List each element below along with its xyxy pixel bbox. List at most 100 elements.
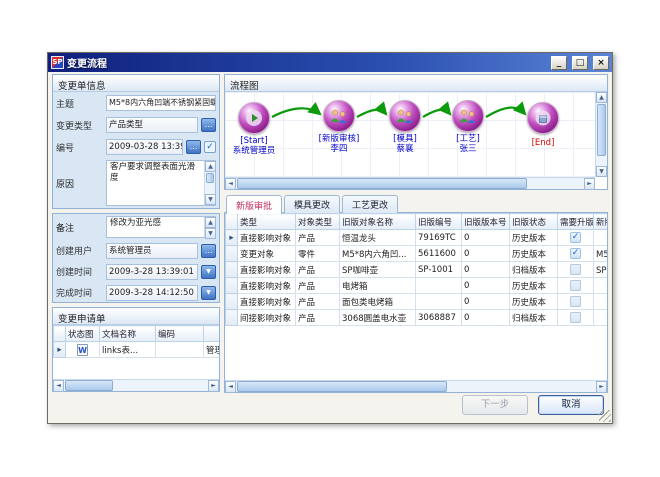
table-row[interactable]: 间接影响对象 产品 3068圆盖电水壶 3068887 0 归档版本 [226, 310, 608, 326]
create-user-input[interactable]: 系统管理员 [106, 243, 198, 259]
request-table-wrap: 状态图 文档名称 编码 ▸ W links表... 管理员 [53, 325, 219, 379]
people-icon [329, 109, 349, 124]
meta-info-group: 备注 修改为亚光感 ▲ ▼ 创建用户 系统管理员 … 创建时间 [52, 213, 220, 303]
upgrade-checkbox[interactable]: ✓ [570, 248, 581, 259]
flow-canvas[interactable]: [Start] 系统管理员 [新版审核] 李 [225, 92, 595, 177]
flow-node-review[interactable] [323, 100, 355, 132]
flow-node-mold[interactable] [389, 100, 421, 132]
upgrade-checkbox[interactable] [570, 312, 581, 323]
upgrade-checkbox[interactable]: ✓ [570, 232, 581, 243]
field-remarks: 备注 修改为亚光感 ▲ ▼ [53, 214, 219, 240]
col-status-icon[interactable]: 状态图 [66, 326, 100, 342]
col-new-name[interactable]: 新版对象名称 [594, 214, 608, 230]
dropdown-button[interactable]: ▼ [201, 286, 216, 300]
scroll-down-icon[interactable]: ▼ [205, 194, 216, 205]
impact-table: 类型 对象类型 旧版对象名称 旧版编号 旧版版本号 旧版状态 需要升版 新版对象… [225, 213, 607, 326]
remarks-spinner[interactable]: ▲ ▼ [204, 217, 215, 237]
doc-name-cell: links表... [100, 342, 156, 358]
col-old-name[interactable]: 旧版对象名称 [340, 214, 416, 230]
change-order-panel: 变更单信息 主题 M5*8内六角凹端不锈钢紧固螺钉 变更类型 产品类型 … 编号… [52, 74, 220, 419]
scroll-right-icon[interactable]: ► [208, 380, 219, 392]
col-old-version[interactable]: 旧版版本号 [462, 214, 510, 230]
tab-mold-change[interactable]: 模具更改 [284, 195, 340, 213]
scroll-right-icon[interactable]: ► [596, 381, 607, 393]
scroll-thumb[interactable] [65, 380, 113, 391]
col-doc-name[interactable]: 文档名称 [100, 326, 156, 342]
titlebar[interactable]: SP 变更流程 _ □ × [48, 53, 612, 72]
tab-craft-change[interactable]: 工艺更改 [342, 195, 398, 213]
scroll-thumb[interactable] [206, 173, 214, 183]
field-label: 编号 [56, 141, 103, 154]
flow-hscrollbar[interactable]: ◄ ► [225, 177, 595, 189]
table-row[interactable]: 变更对象 零件 M5*8内六角凹... 5611600 0 历史版本 ✓ M5*… [226, 246, 608, 262]
reason-scrollbar[interactable]: ▲ ▼ [204, 161, 215, 205]
upgrade-checkbox[interactable] [570, 296, 581, 307]
section-title-change-order-info: 变更单信息 [53, 75, 219, 92]
upgrade-checkbox[interactable] [570, 280, 581, 291]
request-table-hscrollbar[interactable]: ◄ ► [53, 379, 219, 391]
table-row[interactable]: ▸ W links表... 管理员 [54, 342, 220, 358]
scroll-thumb[interactable] [237, 381, 447, 392]
window-title: 变更流程 [67, 55, 546, 70]
resize-grip[interactable] [599, 410, 611, 422]
maximize-button[interactable]: □ [572, 56, 588, 70]
minimize-button[interactable]: _ [551, 56, 567, 70]
tab-strip: 新版审批 模具更改 工艺更改 [224, 194, 608, 213]
remarks-textarea[interactable]: 修改为亚光感 ▲ ▼ [106, 216, 216, 238]
flow-node-craft[interactable] [452, 100, 484, 132]
finish-time-input[interactable]: 2009-3-28 14:12:50 [106, 285, 198, 301]
people-icon [458, 109, 478, 124]
tab-new-version-approval[interactable]: 新版审批 [226, 195, 282, 214]
ellipsis-button[interactable]: … [186, 140, 201, 154]
scroll-left-icon[interactable]: ◄ [53, 380, 64, 392]
table-header-row: 类型 对象类型 旧版对象名称 旧版编号 旧版版本号 旧版状态 需要升版 新版对象… [226, 214, 608, 230]
col-need-upgrade[interactable]: 需要升版 [558, 214, 594, 230]
scroll-up-icon[interactable]: ▲ [596, 92, 607, 103]
table-row[interactable]: 直接影响对象 产品 SP咖啡壶 SP-1001 0 归档版本 SP咖啡壶 [226, 262, 608, 278]
flow-label-craft: [工艺] 张三 [426, 134, 510, 154]
impact-table-hscrollbar[interactable]: ◄ ► [225, 380, 607, 392]
table-header-row: 状态图 文档名称 编码 [54, 326, 220, 342]
col-object-type[interactable]: 对象类型 [296, 214, 340, 230]
basic-info-group: 变更单信息 主题 M5*8内六角凹端不锈钢紧固螺钉 变更类型 产品类型 … 编号… [52, 74, 220, 209]
field-label: 完成时间 [56, 286, 103, 299]
cancel-button[interactable]: 取消 [538, 395, 604, 415]
row-selector: ▸ [54, 342, 66, 358]
table-row[interactable]: 直接影响对象 产品 面包类电烤箱 0 历史版本 [226, 294, 608, 310]
flow-node-start[interactable] [238, 102, 270, 134]
scroll-up-icon[interactable]: ▲ [205, 161, 216, 172]
flow-label-end: [End] [501, 138, 585, 148]
col-type[interactable]: 类型 [238, 214, 296, 230]
reason-textarea[interactable]: 客户要求调整表面光滑度 ▲ ▼ [106, 160, 216, 206]
col-old-status[interactable]: 旧版状态 [510, 214, 558, 230]
number-input[interactable]: 2009-03-28 13:39:01 [106, 139, 183, 155]
scroll-left-icon[interactable]: ◄ [225, 381, 236, 393]
scroll-left-icon[interactable]: ◄ [225, 178, 236, 190]
scroll-down-icon[interactable]: ▼ [596, 166, 607, 177]
scroll-up-icon[interactable]: ▲ [205, 217, 216, 228]
subject-input[interactable]: M5*8内六角凹端不锈钢紧固螺钉 [106, 95, 216, 111]
close-button[interactable]: × [593, 56, 609, 70]
next-step-button[interactable]: 下一步 [462, 395, 528, 415]
table-row[interactable]: ▸ 直接影响对象 产品 恒温龙头 79169TC 0 历史版本 ✓ [226, 230, 608, 246]
col-old-number[interactable]: 旧版编号 [416, 214, 462, 230]
scroll-thumb[interactable] [237, 178, 527, 189]
ellipsis-button[interactable]: … [201, 244, 216, 258]
people-icon [395, 109, 415, 124]
flow-node-end[interactable] [527, 102, 559, 134]
scroll-down-icon[interactable]: ▼ [205, 228, 216, 239]
ellipsis-button[interactable]: … [201, 118, 216, 132]
play-icon [245, 109, 263, 127]
upgrade-checkbox[interactable] [570, 264, 581, 275]
request-table: 状态图 文档名称 编码 ▸ W links表... 管理员 [53, 325, 219, 358]
col-code[interactable]: 编码 [156, 326, 204, 342]
table-row[interactable]: 直接影响对象 产品 电烤箱 0 历史版本 [226, 278, 608, 294]
number-checkbox[interactable]: ✓ [204, 141, 216, 153]
change-type-input[interactable]: 产品类型 [106, 117, 198, 133]
scroll-thumb[interactable] [597, 104, 606, 156]
dropdown-button[interactable]: ▼ [201, 265, 216, 279]
scroll-right-icon[interactable]: ► [584, 178, 595, 190]
create-time-input[interactable]: 2009-3-28 13:39:01 [106, 264, 198, 280]
dialog-content: 变更单信息 主题 M5*8内六角凹端不锈钢紧固螺钉 变更类型 产品类型 … 编号… [50, 72, 610, 421]
flow-vscrollbar[interactable]: ▲ ▼ [595, 92, 607, 177]
